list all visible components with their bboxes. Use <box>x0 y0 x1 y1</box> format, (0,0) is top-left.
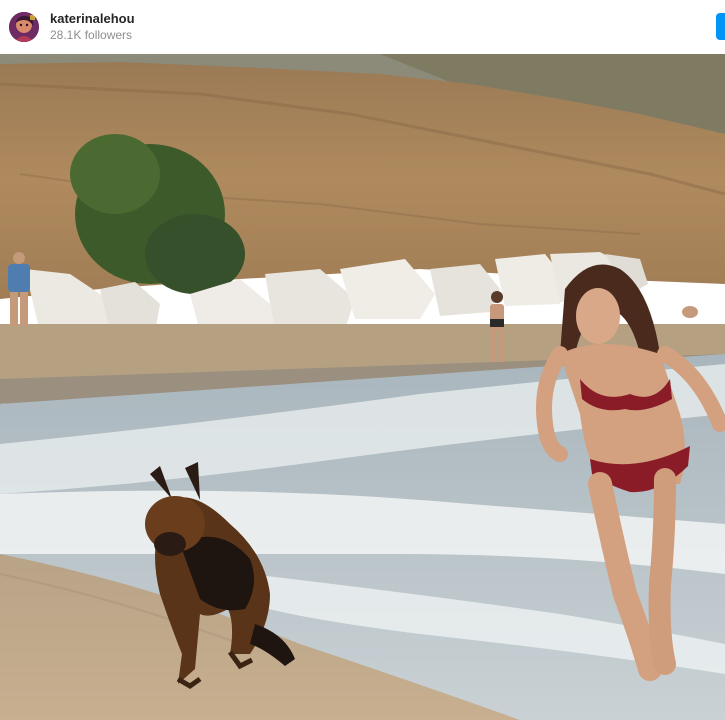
follow-button[interactable] <box>716 13 725 40</box>
instagram-post: katerinalehou 28.1K followers <box>0 0 725 720</box>
post-photo <box>0 54 725 720</box>
username-link[interactable]: katerinalehou <box>50 11 135 27</box>
profile-avatar[interactable] <box>9 12 39 42</box>
user-info: katerinalehou 28.1K followers <box>50 11 135 43</box>
followers-count: 28.1K followers <box>50 28 133 42</box>
post-header: katerinalehou 28.1K followers <box>0 0 725 54</box>
beach-photo-icon <box>0 54 725 720</box>
avatar-icon <box>9 12 39 42</box>
